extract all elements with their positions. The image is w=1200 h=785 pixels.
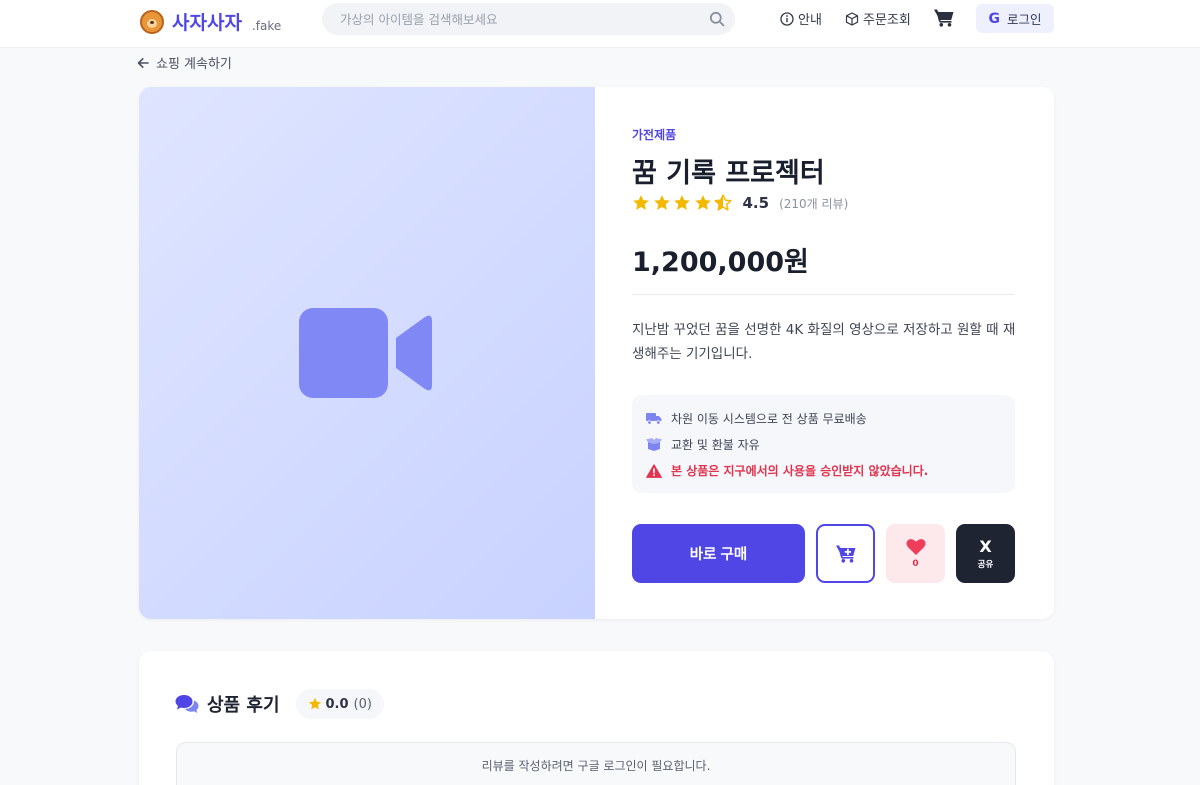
product-image: [139, 87, 595, 619]
site-logo[interactable]: 사자사자 .fake: [140, 8, 281, 35]
review-login-prompt: 리뷰를 작성하려면 구글 로그인이 필요합니다.: [176, 742, 1016, 785]
x-logo-icon: X: [979, 537, 992, 556]
open-box-icon: [646, 438, 662, 451]
reviews-title: 상품 후기: [207, 695, 280, 716]
product-rating: 4.5 (210개 리뷰): [632, 194, 848, 212]
review-count[interactable]: (210개 리뷰): [779, 195, 848, 212]
box-icon: [845, 11, 859, 26]
star-icon: [674, 195, 690, 210]
star-icon: [694, 195, 711, 210]
star-half-icon: [714, 194, 732, 211]
notice-shipping: 차원 이동 시스템으로 전 상품 무료배송: [646, 410, 867, 427]
notice-box: 차원 이동 시스템으로 전 상품 무료배송 교환 및 환불 자유 본 상품은 지…: [632, 395, 1015, 493]
truck-icon: [646, 413, 662, 425]
reviews-header: 상품 후기 0.0 (0): [175, 689, 384, 719]
product-description: 지난밤 꾸었던 꿈을 선명한 4K 화질의 영상으로 저장하고 원할 때 재생해…: [632, 322, 1016, 362]
search-input[interactable]: [340, 3, 700, 35]
warning-icon: [646, 463, 662, 478]
cart-plus-icon: [835, 545, 855, 563]
buy-now-button[interactable]: 바로 구매: [632, 524, 805, 583]
nav-guide-label: 안내: [798, 13, 822, 28]
like-count: 0: [912, 559, 919, 569]
lion-logo-icon: [140, 9, 164, 34]
share-label: 공유: [977, 560, 994, 570]
login-label: 로그인: [1006, 12, 1042, 27]
notice-refund: 교환 및 환불 자유: [646, 436, 760, 453]
continue-shopping-label: 쇼핑 계속하기: [156, 57, 232, 72]
nav-orders-link[interactable]: 주문조회: [845, 9, 911, 28]
share-x-button[interactable]: X 공유: [956, 524, 1015, 583]
add-to-cart-button[interactable]: [816, 524, 875, 583]
logo-name: 사자사자: [172, 12, 242, 34]
rating-value: 4.5: [742, 194, 770, 212]
search-icon[interactable]: [709, 11, 725, 27]
continue-shopping-link[interactable]: 쇼핑 계속하기: [137, 53, 232, 72]
logo-suffix: .fake: [251, 18, 282, 33]
nav-guide-link[interactable]: 안내: [780, 9, 822, 28]
arrow-left-icon: [137, 57, 149, 68]
product-actions: 바로 구매 0 X 공유: [632, 524, 1016, 583]
star-icon: [633, 195, 649, 210]
notice-refund-text: 교환 및 환불 자유: [671, 438, 760, 452]
star-icon: [308, 697, 321, 710]
login-button[interactable]: G 로그인: [976, 4, 1054, 33]
notice-warning: 본 상품은 지구에서의 사용을 승인받지 않았습니다.: [646, 462, 928, 479]
search-bar: [322, 3, 735, 35]
like-button[interactable]: 0: [886, 524, 945, 583]
product-info: 가전제품 꿈 기록 프로젝터 4.5 (210개 리뷰) 1,200,000원 …: [632, 87, 1016, 619]
product-title: 꿈 기록 프로젝터: [632, 158, 825, 189]
product-category: 가전제품: [632, 128, 677, 142]
comments-icon: [175, 695, 199, 713]
star-icon: [653, 195, 670, 210]
reviews-count: (0): [353, 696, 372, 712]
product-price: 1,200,000원: [632, 247, 809, 278]
cart-icon[interactable]: [933, 8, 955, 28]
video-camera-icon: [299, 308, 432, 398]
top-header: 사자사자 .fake 안내 주문조회 G 로그인: [0, 0, 1200, 48]
reviews-average: 0.0: [325, 696, 349, 712]
divider: [632, 294, 1014, 295]
rating-stars: [632, 194, 735, 212]
product-card: 가전제품 꿈 기록 프로젝터 4.5 (210개 리뷰) 1,200,000원 …: [139, 87, 1054, 619]
reviews-section: 상품 후기 0.0 (0) 리뷰를 작성하려면 구글 로그인이 필요합니다.: [139, 651, 1054, 785]
google-icon: G: [988, 10, 1000, 27]
nav-orders-label: 주문조회: [863, 13, 911, 28]
notice-warning-text: 본 상품은 지구에서의 사용을 승인받지 않았습니다.: [671, 464, 929, 478]
notice-shipping-text: 차원 이동 시스템으로 전 상품 무료배송: [671, 412, 867, 426]
info-icon: [780, 11, 794, 26]
reviews-average-badge: 0.0 (0): [295, 689, 384, 719]
heart-icon: [905, 539, 926, 555]
review-login-message: 리뷰를 작성하려면 구글 로그인이 필요합니다.: [481, 759, 711, 773]
